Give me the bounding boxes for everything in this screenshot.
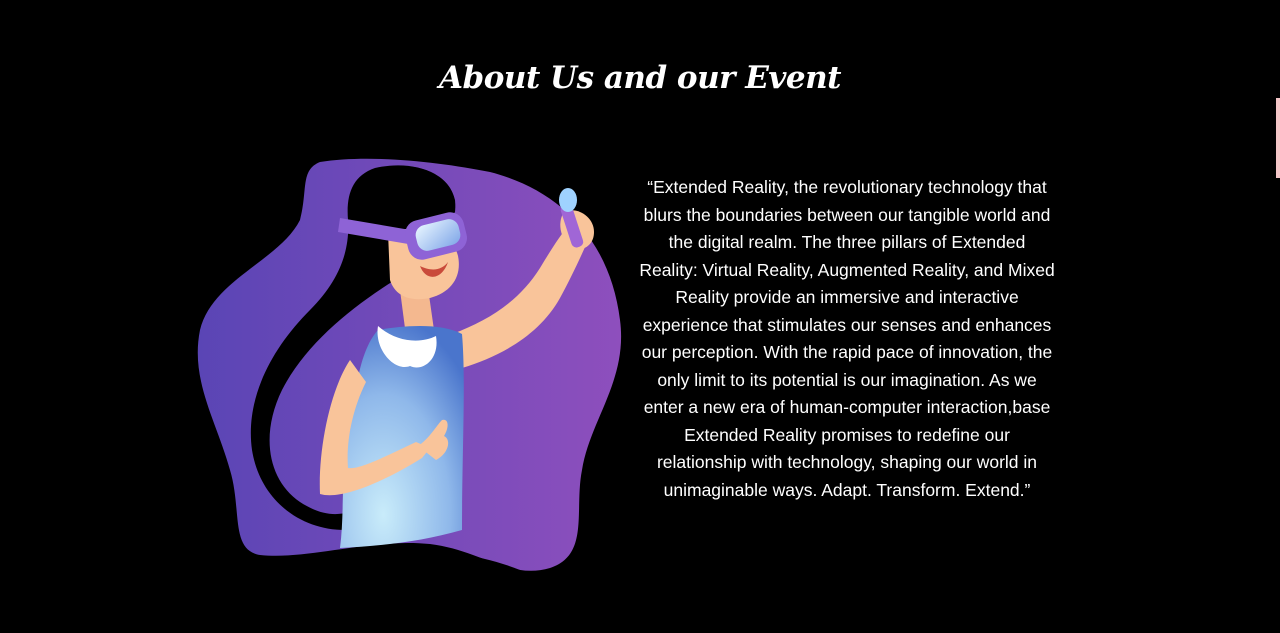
about-section: About Us and our Event “Extended Reality… (0, 0, 1280, 633)
section-title: About Us and our Event (439, 60, 842, 96)
controller-light (559, 188, 577, 212)
about-description: “Extended Reality, the revolutionary tec… (639, 177, 1055, 500)
scroll-edge-accent (1276, 98, 1280, 178)
woman-vr-headset-illustration (197, 158, 622, 580)
